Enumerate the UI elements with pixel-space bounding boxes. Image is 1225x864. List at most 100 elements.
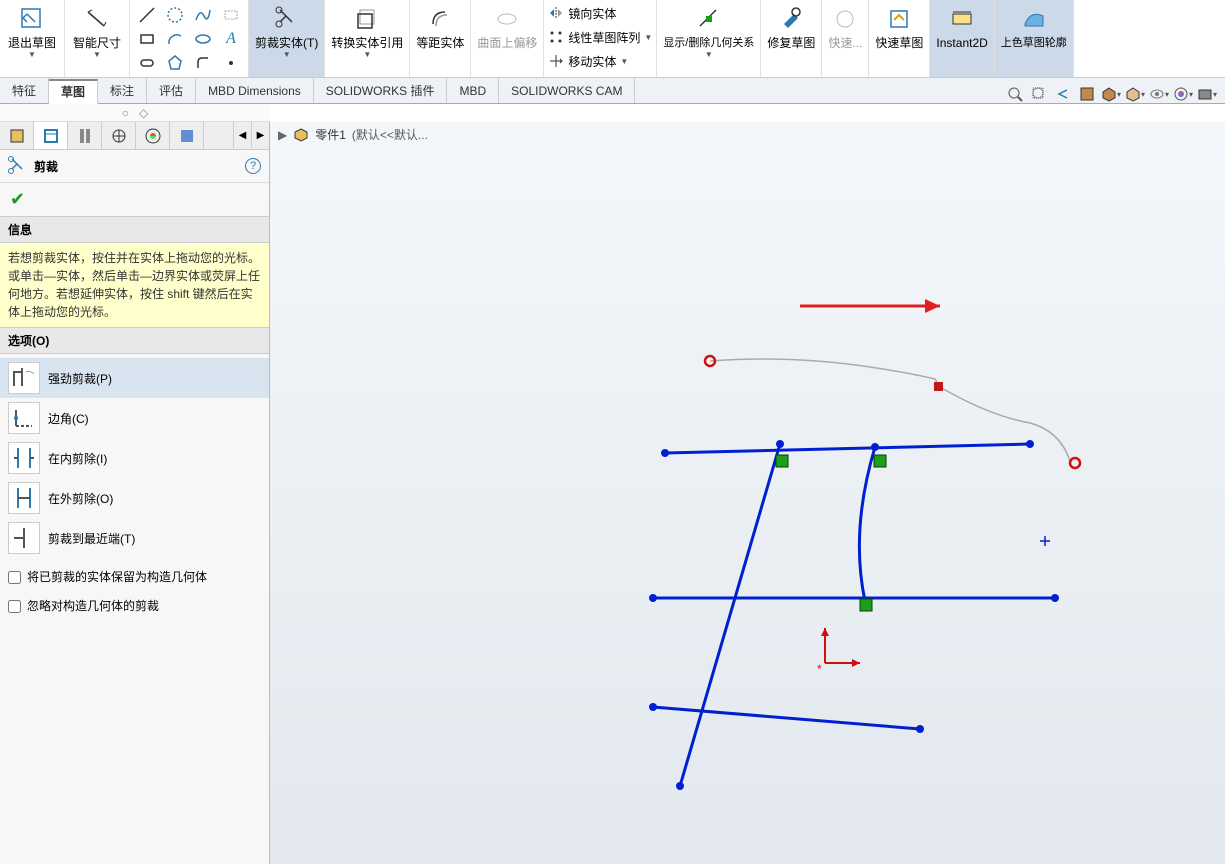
- shaded-label: 上色草图轮廓: [1001, 36, 1067, 50]
- tab-features[interactable]: 特征: [0, 78, 49, 103]
- trim-inside-icon: [8, 442, 40, 474]
- chevron-down-icon[interactable]: ▼: [705, 50, 713, 59]
- hide-show-icon[interactable]: ▾: [1149, 84, 1169, 104]
- circle-tool-icon[interactable]: [162, 4, 188, 26]
- plane-tool-icon[interactable]: [218, 4, 244, 26]
- chevron-down-icon[interactable]: ▼: [93, 50, 101, 59]
- repair-sketch-button[interactable]: 修复草图: [761, 0, 822, 77]
- graphics-viewport[interactable]: ▶ 零件1 (默认<<默认...: [270, 122, 1225, 864]
- repair-icon: [778, 4, 804, 34]
- edit-appearance-icon[interactable]: ▾: [1173, 84, 1193, 104]
- convert-entities-button[interactable]: 转换实体引用 ▼: [325, 0, 410, 77]
- tab-mbd[interactable]: MBD: [447, 78, 499, 103]
- view-orientation-icon[interactable]: ▾: [1101, 84, 1121, 104]
- cam-tab-icon[interactable]: [170, 122, 204, 149]
- mini-diamond-icon: ◇: [139, 106, 148, 120]
- ok-check-icon[interactable]: ✔: [10, 189, 25, 209]
- pattern-label: 线性草图阵列: [568, 29, 640, 46]
- spline-tool-icon[interactable]: [190, 4, 216, 26]
- tab-sw-addins[interactable]: SOLIDWORKS 插件: [314, 78, 448, 103]
- ellipse-tool-icon[interactable]: [190, 28, 216, 50]
- exit-sketch-icon: [19, 4, 45, 34]
- help-icon[interactable]: ?: [245, 158, 261, 174]
- instant2d-label: Instant2D: [936, 36, 987, 50]
- trim-label: 剪裁实体(T): [255, 36, 318, 50]
- arc-tool-icon[interactable]: [162, 28, 188, 50]
- ribbon-toolbar: 退出草图 ▼ 智能尺寸 ▼ A 剪裁实体(T) ▼ 转换实体引用 ▼ 等距实体 …: [0, 0, 1225, 78]
- point-tool-icon[interactable]: [218, 52, 244, 74]
- options-section-head: 选项(O): [0, 327, 269, 354]
- property-manager-panel: ◀ ▶ 剪裁 ? ✔ 信息 若想剪裁实体，按住并在实体上拖动您的光标。或单击—实…: [0, 122, 270, 864]
- pm-ok-row: ✔: [0, 183, 269, 216]
- surface-offset-button[interactable]: 曲面上偏移: [471, 0, 544, 77]
- mirror-entities-button[interactable]: 镜向实体: [548, 2, 652, 24]
- chevron-down-icon[interactable]: ▼: [363, 50, 371, 59]
- move-entities-button[interactable]: 移动实体▼: [548, 50, 652, 72]
- instant2d-button[interactable]: Instant2D: [930, 0, 994, 77]
- quick-sketch-button[interactable]: 快速草图: [869, 0, 930, 77]
- zoom-area-icon[interactable]: [1029, 84, 1049, 104]
- offset-entities-button[interactable]: 等距实体: [410, 0, 471, 77]
- config-manager-tab-icon[interactable]: [68, 122, 102, 149]
- property-manager-tab-icon[interactable]: [34, 122, 68, 149]
- ignore-construction-checkbox[interactable]: 忽略对构造几何体的剪裁: [0, 591, 269, 620]
- panel-next-icon[interactable]: ▶: [251, 122, 269, 148]
- info-section-head: 信息: [0, 216, 269, 243]
- dimxpert-tab-icon[interactable]: [102, 122, 136, 149]
- tab-evaluate[interactable]: 评估: [147, 78, 196, 103]
- trim-entity-button[interactable]: 剪裁实体(T) ▼: [249, 0, 325, 77]
- previous-view-icon[interactable]: [1053, 84, 1073, 104]
- keep-as-construction-checkbox[interactable]: 将已剪裁的实体保留为构造几何体: [0, 562, 269, 591]
- opt1-label: 强劲剪裁(P): [48, 370, 112, 387]
- quick-button[interactable]: 快速...: [822, 0, 869, 77]
- display-manager-tab-icon[interactable]: [136, 122, 170, 149]
- line-tool-icon[interactable]: [134, 4, 160, 26]
- exit-sketch-label: 退出草图: [8, 36, 56, 50]
- polygon-tool-icon[interactable]: [162, 52, 188, 74]
- chk2-input[interactable]: [8, 600, 21, 613]
- apply-scene-icon[interactable]: ▾: [1197, 84, 1217, 104]
- smart-dim-label: 智能尺寸: [73, 36, 121, 50]
- display-style-icon[interactable]: ▾: [1125, 84, 1145, 104]
- option-trim-inside[interactable]: 在内剪除(I): [0, 438, 269, 478]
- option-power-trim[interactable]: 强劲剪裁(P): [0, 358, 269, 398]
- fillet-tool-icon[interactable]: [190, 52, 216, 74]
- quick-sketch-label: 快速草图: [875, 36, 923, 50]
- move-label: 移动实体: [568, 53, 616, 70]
- smart-dimension-button[interactable]: 智能尺寸 ▼: [65, 0, 130, 77]
- rectangle-tool-icon[interactable]: [134, 28, 160, 50]
- linear-pattern-button[interactable]: 线性草图阵列▼: [548, 26, 652, 48]
- sketch-canvas[interactable]: *: [270, 122, 1225, 864]
- section-view-icon[interactable]: [1077, 84, 1097, 104]
- feature-tree-tab-icon[interactable]: [0, 122, 34, 149]
- quick-label: 快速...: [828, 36, 862, 50]
- chk1-input[interactable]: [8, 571, 21, 584]
- dimension-icon: [84, 4, 110, 34]
- mirror-label: 镜向实体: [568, 5, 616, 22]
- relations-label: 显示/删除几何关系: [663, 36, 754, 50]
- exit-sketch-button[interactable]: 退出草图 ▼: [0, 0, 65, 77]
- panel-prev-icon[interactable]: ◀: [233, 122, 251, 148]
- tab-sketch[interactable]: 草图: [49, 79, 98, 104]
- heads-up-view-toolbar: ▾ ▾ ▾ ▾ ▾: [1005, 82, 1217, 106]
- repair-label: 修复草图: [767, 36, 815, 50]
- option-trim-outside[interactable]: 在外剪除(O): [0, 478, 269, 518]
- option-corner[interactable]: 边角(C): [0, 398, 269, 438]
- option-trim-nearest[interactable]: 剪裁到最近端(T): [0, 518, 269, 558]
- tab-annotate[interactable]: 标注: [98, 78, 147, 103]
- slot-tool-icon[interactable]: [134, 52, 160, 74]
- sketch-tools-grid: A: [130, 0, 249, 77]
- quick-icon: [834, 4, 856, 34]
- power-trim-icon: [8, 362, 40, 394]
- quick-sketch-icon: [886, 4, 912, 34]
- tab-mbd-dim[interactable]: MBD Dimensions: [196, 78, 314, 103]
- chevron-down-icon[interactable]: ▼: [28, 50, 36, 59]
- shaded-contour-button[interactable]: 上色草图轮廓: [995, 0, 1074, 77]
- zoom-fit-icon[interactable]: [1005, 84, 1025, 104]
- text-tool-icon[interactable]: A: [218, 28, 244, 50]
- tab-sw-cam[interactable]: SOLIDWORKS CAM: [499, 78, 635, 103]
- surface-offset-icon: [494, 4, 520, 34]
- mini-dot-icon: ○: [122, 106, 129, 120]
- display-relations-button[interactable]: 显示/删除几何关系 ▼: [657, 0, 761, 77]
- chevron-down-icon[interactable]: ▼: [283, 50, 291, 59]
